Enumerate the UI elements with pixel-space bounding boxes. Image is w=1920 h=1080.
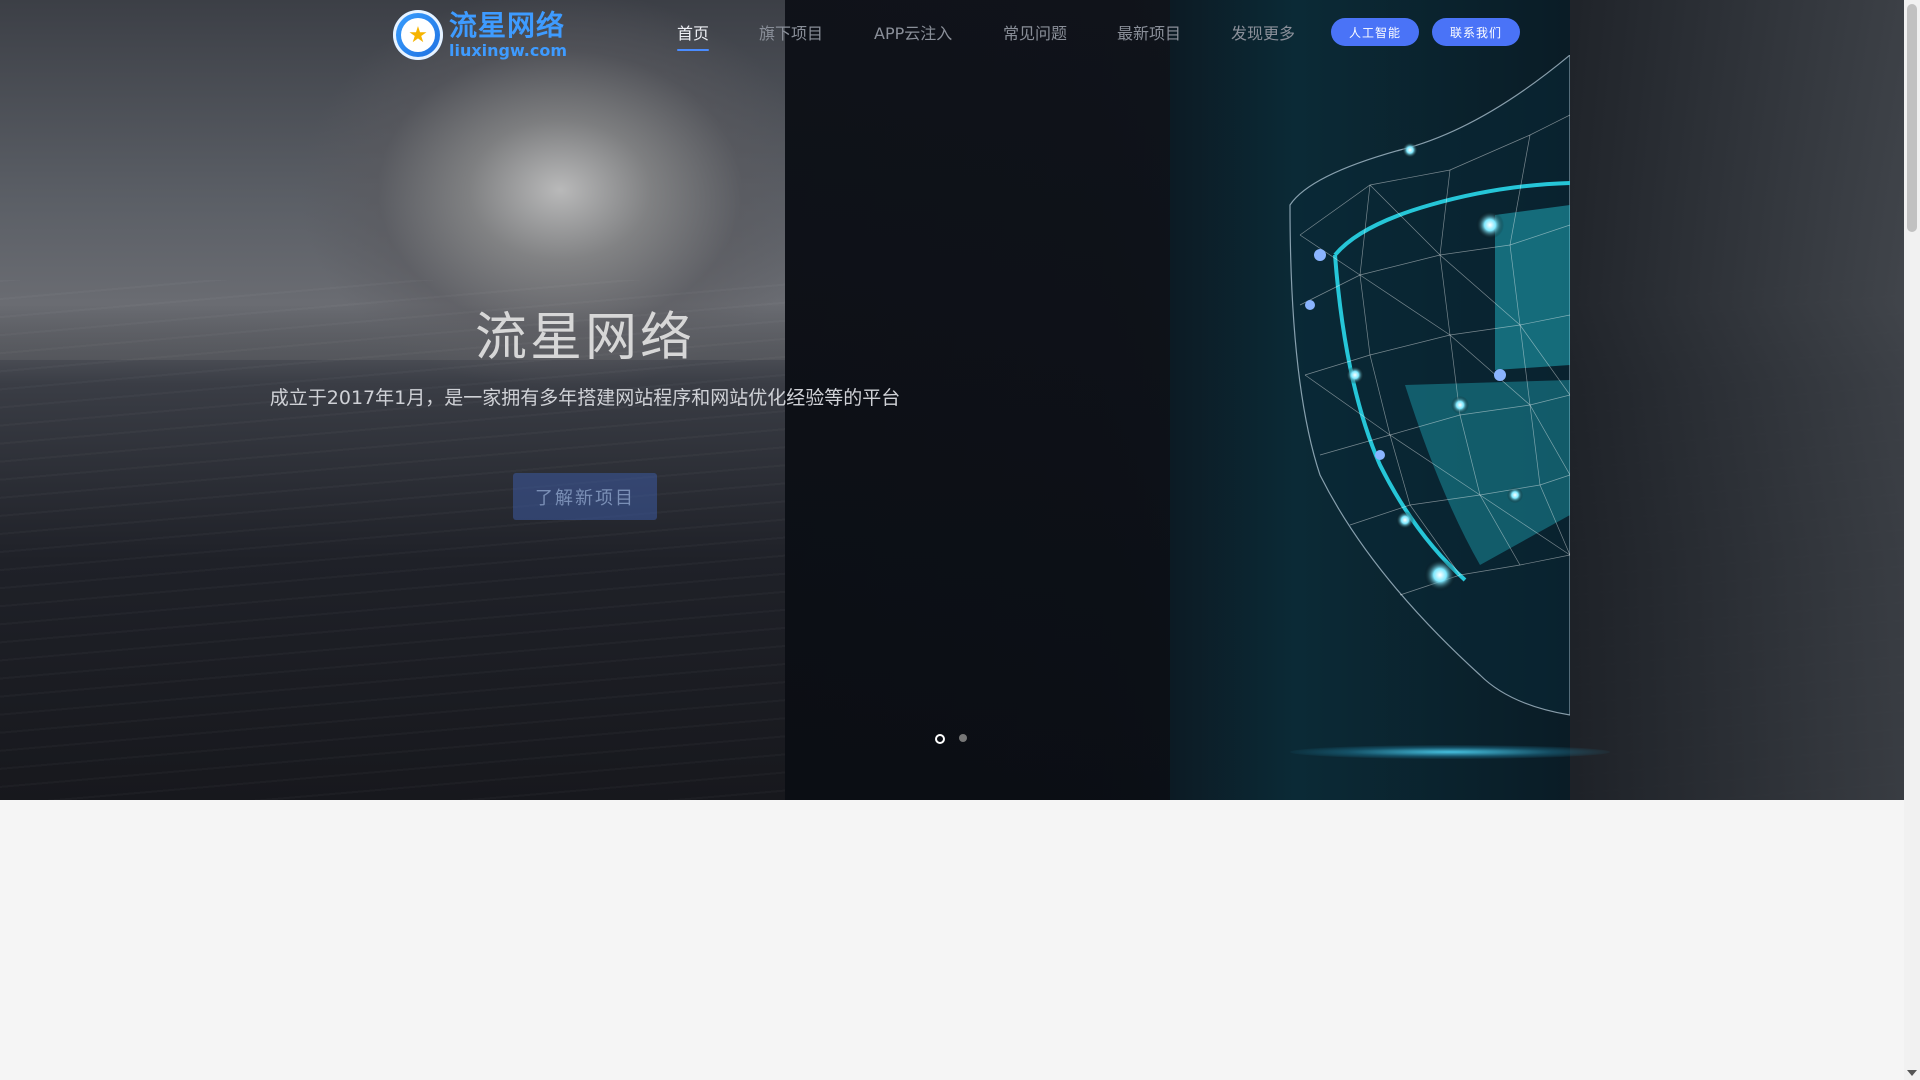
shield-glow [1290, 745, 1610, 759]
hero-subtitle: 成立于2017年1月，是一家拥有多年搭建网站程序和网站优化经验等的平台 [269, 387, 901, 409]
nav-item-discover-more[interactable]: 发现更多 [1231, 20, 1295, 44]
star-logo-icon: ★ [393, 10, 443, 60]
nav-item-home[interactable]: 首页 [677, 20, 710, 51]
content-area [0, 800, 1904, 1080]
nav-item-app-cloud-injection[interactable]: APP云注入 [874, 20, 952, 44]
nav-item-faq[interactable]: 常见问题 [1003, 20, 1067, 44]
page: 流星网络 成立于2017年1月，是一家拥有多年搭建网站程序和网站优化经验等的平台… [0, 0, 1904, 1080]
contact-us-button[interactable]: 联系我们 [1432, 18, 1520, 46]
ai-button[interactable]: 人工智能 [1331, 18, 1419, 46]
shield-illustration [1289, 55, 1570, 716]
hero-right-panel [1570, 0, 1904, 800]
carousel-dot-1[interactable] [935, 734, 945, 744]
carousel-dot-2[interactable] [959, 734, 967, 742]
scroll-down-arrow-icon[interactable] [1907, 1070, 1917, 1076]
nav-item-projects[interactable]: 旗下项目 [759, 20, 823, 44]
learn-new-projects-button[interactable]: 了解新项目 [513, 473, 657, 520]
logo-text-en: liuxingw.com [449, 40, 567, 60]
hero-carousel: 流星网络 成立于2017年1月，是一家拥有多年搭建网站程序和网站优化经验等的平台… [0, 0, 1904, 800]
site-logo[interactable]: ★ 流星网络 liuxingw.com [393, 9, 571, 61]
logo-text-cn: 流星网络 [449, 8, 566, 42]
nav-item-latest-projects[interactable]: 最新项目 [1117, 20, 1181, 44]
scrollbar-thumb[interactable] [1907, 4, 1917, 232]
vertical-scrollbar[interactable] [1904, 0, 1920, 1080]
hero-title: 流星网络 [474, 308, 695, 368]
top-navbar: ★ 流星网络 liuxingw.com 首页 旗下项目 APP云注入 常见问题 … [0, 0, 1904, 66]
carousel-indicators [935, 734, 967, 744]
